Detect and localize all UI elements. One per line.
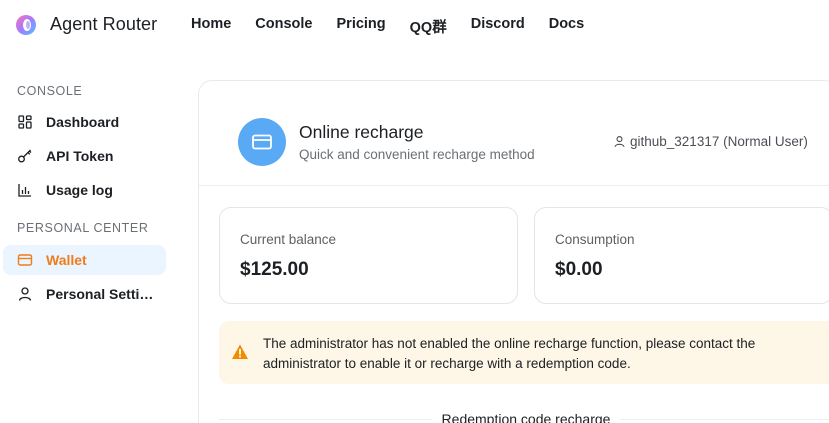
recharge-disabled-warning: The administrator has not enabled the on… <box>219 321 829 384</box>
page-subtitle: Quick and convenient recharge method <box>299 147 535 162</box>
sidebar-section-personal: PERSONAL CENTER <box>17 221 149 235</box>
balance-value: $125.00 <box>240 259 309 280</box>
nav-docs[interactable]: Docs <box>549 16 584 37</box>
current-balance-card: Current balance $125.00 <box>219 207 518 304</box>
sidebar-item-label: Personal Settin... <box>46 286 158 302</box>
consumption-label: Consumption <box>555 232 635 247</box>
user-icon <box>18 287 32 301</box>
main-nav: Home Console Pricing QQ群 Discord Docs <box>191 16 608 37</box>
user-icon <box>614 136 625 148</box>
nav-pricing[interactable]: Pricing <box>337 16 386 37</box>
bar-chart-icon <box>18 184 31 197</box>
nav-console[interactable]: Console <box>255 16 312 37</box>
nav-home[interactable]: Home <box>191 16 231 37</box>
recharge-avatar <box>238 118 286 166</box>
agent-router-logo-icon[interactable] <box>14 13 38 37</box>
consumption-value: $0.00 <box>555 259 603 280</box>
recharge-card: Online recharge Quick and convenient rec… <box>198 80 829 423</box>
sidebar: CONSOLE Dashboard API Token Usage log PE… <box>0 52 180 423</box>
consumption-card: Consumption $0.00 <box>534 207 829 304</box>
sidebar-item-wallet[interactable]: Wallet <box>3 245 166 275</box>
sidebar-item-label: Usage log <box>46 182 113 198</box>
sidebar-item-label: Dashboard <box>46 114 120 130</box>
balance-label: Current balance <box>240 232 337 247</box>
sidebar-item-usage-log[interactable]: Usage log <box>3 175 166 205</box>
recharge-header: Online recharge Quick and convenient rec… <box>199 81 829 186</box>
key-icon <box>18 149 32 163</box>
sidebar-item-api-token[interactable]: API Token <box>3 141 166 171</box>
redemption-heading-text: Redemption code recharge <box>431 411 621 423</box>
warning-icon <box>232 344 248 359</box>
wallet-icon <box>17 254 33 266</box>
current-user: github_321317 (Normal User) <box>613 134 808 149</box>
brand-name[interactable]: Agent Router <box>50 14 157 35</box>
top-nav-bar: Agent Router Home Console Pricing QQ群 Di… <box>0 0 829 52</box>
redemption-section-heading: Redemption code recharge <box>199 411 829 423</box>
user-name: github_321317 (Normal User) <box>630 134 808 149</box>
sidebar-item-label: Wallet <box>46 252 87 268</box>
credit-card-icon <box>252 134 272 150</box>
page-title: Online recharge <box>299 122 424 142</box>
sidebar-section-console: CONSOLE <box>17 84 83 98</box>
warning-text: The administrator has not enabled the on… <box>263 336 756 371</box>
dashboard-icon <box>18 115 32 129</box>
sidebar-item-personal-settings[interactable]: Personal Settin... <box>3 279 166 309</box>
sidebar-item-dashboard[interactable]: Dashboard <box>3 107 166 137</box>
sidebar-item-label: API Token <box>46 148 114 164</box>
nav-qq-group[interactable]: QQ群 <box>410 16 447 37</box>
nav-discord[interactable]: Discord <box>471 16 525 37</box>
